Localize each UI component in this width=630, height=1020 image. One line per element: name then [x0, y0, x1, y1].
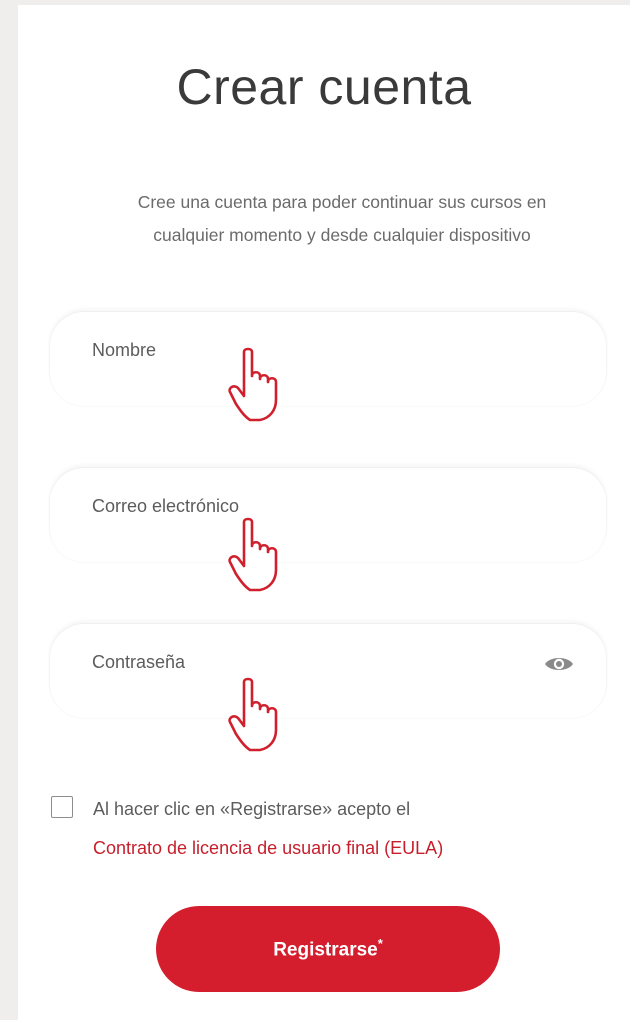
page-subtitle: Cree una cuenta para poder continuar sus… [58, 186, 626, 252]
name-input[interactable] [92, 340, 512, 361]
register-asterisk: * [377, 936, 383, 952]
email-input[interactable] [92, 496, 512, 517]
eula-text: Al hacer clic en «Registrarse» acepto el… [93, 790, 613, 868]
page: Crear cuenta Cree una cuenta para poder … [0, 0, 630, 1020]
name-field[interactable] [50, 312, 606, 406]
hand-pointer-icon [228, 677, 278, 752]
password-input[interactable] [92, 652, 512, 673]
hand-pointer-icon [228, 517, 278, 592]
email-field[interactable] [50, 468, 606, 562]
register-button-label: Registrarse [273, 939, 378, 961]
eula-checkbox[interactable] [51, 796, 73, 818]
page-title: Crear cuenta [176, 59, 472, 115]
register-button[interactable]: Registrarse* [156, 906, 500, 992]
password-field[interactable] [50, 624, 606, 718]
hand-pointer-icon [228, 347, 278, 422]
subtitle-line-1: Cree una cuenta para poder continuar sus… [137, 192, 547, 212]
eye-icon[interactable] [544, 654, 574, 674]
subtitle-line-2: cualquier momento y desde cualquier disp… [153, 225, 531, 245]
eula-statement: Al hacer clic en «Registrarse» acepto el [93, 799, 411, 819]
eula-link[interactable]: Contrato de licencia de usuario final (E… [93, 829, 613, 868]
